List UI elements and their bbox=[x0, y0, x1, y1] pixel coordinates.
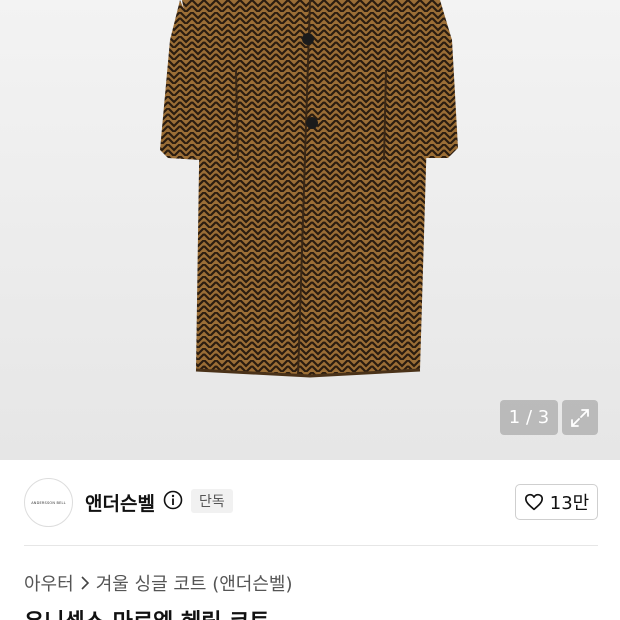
brand-name[interactable]: 앤더슨벨 bbox=[85, 489, 155, 516]
like-count: 13만 bbox=[549, 493, 590, 514]
brand-row: ANDERSSON BELL 앤더슨벨 단독 13만 bbox=[0, 460, 620, 546]
breadcrumb-item-category[interactable]: 겨울 싱글 코트 (앤더슨벨) bbox=[96, 570, 293, 596]
info-icon[interactable] bbox=[163, 490, 183, 510]
coat-illustration bbox=[160, 0, 458, 378]
brand-logo[interactable]: ANDERSSON BELL bbox=[24, 478, 73, 527]
product-image[interactable]: 1 / 3 bbox=[0, 0, 620, 460]
expand-icon bbox=[571, 408, 589, 427]
brand-logo-text: ANDERSSON BELL bbox=[31, 500, 66, 505]
divider bbox=[24, 545, 598, 546]
breadcrumb-item-outer[interactable]: 아우터 bbox=[24, 570, 74, 596]
image-counter: 1 / 3 bbox=[500, 400, 558, 435]
chevron-right-icon bbox=[81, 576, 89, 590]
product-title: 유니섹스 마르엘 헤링 코트 ... bbox=[24, 604, 302, 620]
heart-icon bbox=[524, 493, 543, 511]
expand-button[interactable] bbox=[562, 400, 598, 435]
breadcrumb: 아우터 겨울 싱글 코트 (앤더슨벨) bbox=[24, 570, 293, 596]
like-button[interactable]: 13만 bbox=[515, 484, 598, 520]
exclusive-badge: 단독 bbox=[191, 489, 233, 513]
